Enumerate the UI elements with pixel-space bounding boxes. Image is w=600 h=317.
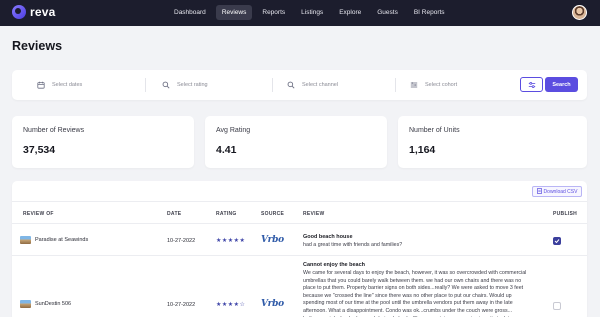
stat-value: 1,164 xyxy=(409,144,436,156)
column-header-date[interactable]: DATE xyxy=(167,211,181,217)
reviews-table: Download CSV REVIEW OF DATE RATING SOURC… xyxy=(12,181,587,317)
review-title: Good beach house xyxy=(303,234,353,240)
rating-stars: ★★★★☆ xyxy=(216,302,246,308)
vrbo-source-logo: Vrbo xyxy=(261,235,284,245)
search-button[interactable]: Search xyxy=(545,77,578,92)
table-header: REVIEW OF DATE RATING SOURCE REVIEW PUBL… xyxy=(12,201,587,224)
review-title: Cannot enjoy the beach xyxy=(303,262,366,268)
stat-label: Avg Rating xyxy=(216,127,251,134)
download-csv-button[interactable]: Download CSV xyxy=(532,186,582,197)
cohort-filter[interactable]: Select cohort xyxy=(410,79,457,91)
cohort-list-icon xyxy=(410,81,418,89)
review-text: had a great time with friends and famili… xyxy=(303,242,403,248)
column-header-source[interactable]: SOURCE xyxy=(261,211,284,217)
filter-bar: Select dates Select rating Select channe… xyxy=(12,70,587,100)
stat-label: Number of Reviews xyxy=(23,127,85,134)
app-name: reva xyxy=(30,5,56,19)
channel-filter[interactable]: Select channel xyxy=(287,79,338,91)
property-name: Paradise at Seawinds xyxy=(35,237,89,243)
user-avatar[interactable] xyxy=(572,5,587,20)
publish-checkbox[interactable] xyxy=(553,302,561,310)
rating-stars: ★★★★★ xyxy=(216,238,246,244)
reva-logo-icon xyxy=(12,5,26,19)
page-title: Reviews xyxy=(12,39,63,53)
channel-filter-placeholder: Select channel xyxy=(302,82,339,88)
table-row[interactable]: SunDestin 506 10-27-2022 ★★★★☆ Vrbo Cann… xyxy=(12,257,587,317)
property-thumbnail xyxy=(20,236,31,244)
column-header-review-of[interactable]: REVIEW OF xyxy=(23,211,54,217)
column-header-publish[interactable]: PUBLISH xyxy=(553,211,577,217)
review-content: Cannot enjoy the beach We came for sever… xyxy=(303,262,533,317)
stat-card-units: Number of Units 1,164 xyxy=(398,116,587,168)
column-header-rating[interactable]: RATING xyxy=(216,211,237,217)
property-cell[interactable]: SunDestin 506 xyxy=(20,300,71,308)
date-filter-placeholder: Select dates xyxy=(52,82,83,88)
filter-divider xyxy=(272,78,273,92)
advanced-filter-button[interactable] xyxy=(520,77,543,92)
app-logo[interactable]: reva xyxy=(12,5,56,19)
stat-label: Number of Units xyxy=(409,127,460,134)
filter-divider xyxy=(145,78,146,92)
search-icon xyxy=(287,81,295,89)
checkmark-icon xyxy=(554,239,560,244)
nav-item-guests[interactable]: Guests xyxy=(371,5,404,20)
review-date: 10-27-2022 xyxy=(167,302,196,308)
cohort-filter-placeholder: Select cohort xyxy=(425,82,458,88)
review-date: 10-27-2022 xyxy=(167,238,196,244)
top-navigation-bar: reva Dashboard Reviews Reports Listings … xyxy=(0,0,600,26)
review-content: Good beach house had a great time with f… xyxy=(303,234,533,250)
nav-item-explore[interactable]: Explore xyxy=(333,5,367,20)
filter-divider xyxy=(395,78,396,92)
property-cell[interactable]: Paradise at Seawinds xyxy=(20,236,88,244)
vrbo-source-logo: Vrbo xyxy=(261,299,284,309)
date-filter[interactable]: Select dates xyxy=(37,79,82,91)
publish-checkbox[interactable] xyxy=(553,237,561,245)
calendar-icon xyxy=(37,81,45,89)
file-icon xyxy=(536,187,542,196)
property-thumbnail xyxy=(20,300,31,308)
stat-card-reviews: Number of Reviews 37,534 xyxy=(12,116,194,168)
stat-card-avg-rating: Avg Rating 4.41 xyxy=(205,116,387,168)
sliders-icon xyxy=(528,76,536,94)
column-header-review[interactable]: REVIEW xyxy=(303,211,325,217)
main-nav: Dashboard Reviews Reports Listings Explo… xyxy=(168,5,455,20)
rating-filter-placeholder: Select rating xyxy=(177,82,208,88)
nav-item-bi-reports[interactable]: BI Reports xyxy=(408,5,451,20)
nav-item-listings[interactable]: Listings xyxy=(295,5,329,20)
review-text: We came for several days to enjoy the be… xyxy=(303,270,527,317)
stat-value: 37,534 xyxy=(23,144,56,156)
stat-value: 4.41 xyxy=(216,144,237,156)
nav-item-reports[interactable]: Reports xyxy=(256,5,291,20)
nav-item-dashboard[interactable]: Dashboard xyxy=(168,5,212,20)
property-name: SunDestin 506 xyxy=(35,301,72,307)
search-icon xyxy=(162,81,170,89)
nav-item-reviews[interactable]: Reviews xyxy=(215,5,253,20)
download-csv-label: Download CSV xyxy=(543,188,578,195)
table-row[interactable]: Paradise at Seawinds 10-27-2022 ★★★★★ Vr… xyxy=(12,225,587,256)
rating-filter[interactable]: Select rating xyxy=(162,79,208,91)
